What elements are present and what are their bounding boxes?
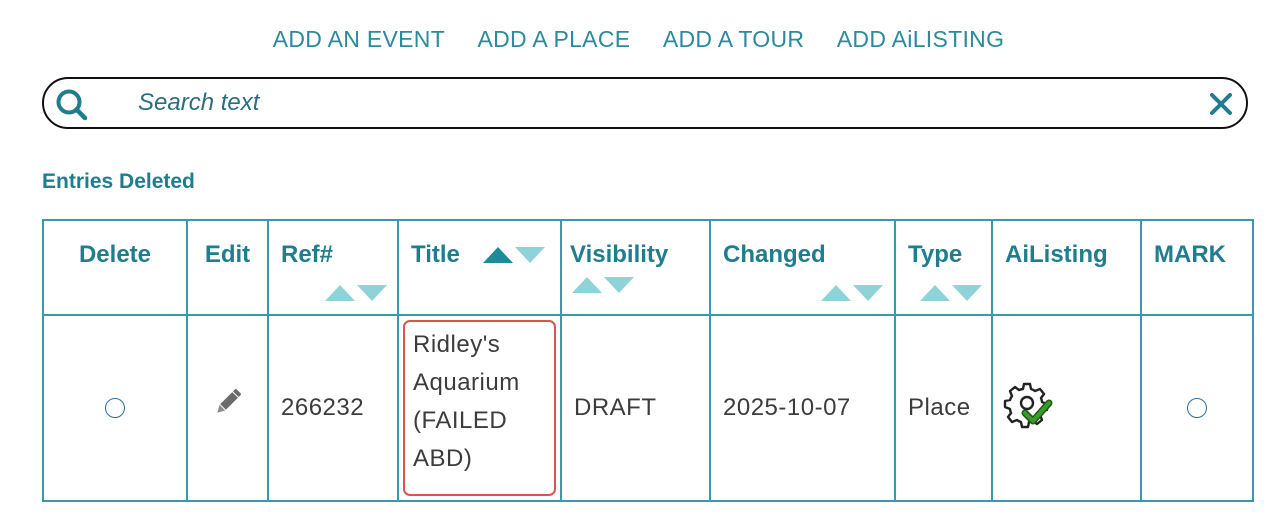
delete-radio[interactable] [105,398,125,418]
visibility-cell: DRAFT [560,314,711,502]
mark-radio[interactable] [1187,398,1207,418]
close-icon[interactable] [1208,91,1234,117]
sort-arrows[interactable] [920,285,982,301]
sort-ascending-icon[interactable] [920,285,950,301]
title-line: ABD) [413,445,473,472]
ref-cell: 266232 [267,314,399,502]
col-header-delete: Delete [42,219,188,316]
page: ADD AN EVENT ADD A PLACE ADD A TOUR ADD … [0,0,1277,525]
title-line: Aquarium [413,369,520,396]
col-header-type[interactable]: Type [894,219,993,316]
col-header-ailisting: AiListing [991,219,1142,316]
pencil-icon[interactable] [210,384,246,420]
visibility-value: DRAFT [574,394,657,421]
col-header-title[interactable]: Title [397,219,562,316]
title-line: Ridley's [413,331,501,358]
add-event-link[interactable]: ADD AN EVENT [273,26,445,53]
sort-arrows[interactable] [325,285,387,301]
sort-ascending-icon[interactable] [325,285,355,301]
sort-ascending-icon[interactable] [483,247,513,263]
sort-arrows[interactable] [572,277,634,293]
type-value: Place [908,394,971,421]
delete-cell [42,314,188,502]
sort-arrows[interactable] [821,285,883,301]
add-place-link[interactable]: ADD A PLACE [478,26,631,53]
section-title: Entries Deleted [42,170,195,193]
sort-descending-icon[interactable] [604,277,634,293]
changed-cell: 2025-10-07 [709,314,896,502]
search-bar [42,77,1248,129]
sort-ascending-icon[interactable] [821,285,851,301]
ailisting-cell [991,314,1142,502]
search-input[interactable] [138,85,1138,121]
add-ailisting-link[interactable]: ADD AiLISTING [837,26,1005,53]
table-row: 266232 Ridley's Aquarium (FAILED ABD) DR… [42,314,1254,502]
sort-arrows[interactable] [483,247,545,263]
sort-ascending-icon[interactable] [572,277,602,293]
entries-table: Delete Edit Ref# Title Visibility Change… [42,219,1254,502]
sort-descending-icon[interactable] [515,247,545,263]
sort-descending-icon[interactable] [357,285,387,301]
col-header-ref[interactable]: Ref# [267,219,399,316]
col-header-mark: MARK [1140,219,1254,316]
col-header-changed[interactable]: Changed [709,219,896,316]
top-nav: ADD AN EVENT ADD A PLACE ADD A TOUR ADD … [0,26,1277,53]
edit-cell [186,314,269,502]
table-header-row: Delete Edit Ref# Title Visibility Change… [42,219,1254,316]
mark-cell [1140,314,1254,502]
title-highlight: Ridley's Aquarium (FAILED ABD) [403,320,556,496]
ref-value: 266232 [281,394,365,421]
type-cell: Place [894,314,993,502]
search-icon[interactable] [54,87,90,123]
gear-check-icon[interactable] [1003,379,1053,429]
sort-descending-icon[interactable] [952,285,982,301]
title-cell: Ridley's Aquarium (FAILED ABD) [397,314,562,502]
col-header-visibility[interactable]: Visibility [560,219,711,316]
title-line: (FAILED [413,407,508,434]
add-tour-link[interactable]: ADD A TOUR [663,26,804,53]
sort-descending-icon[interactable] [853,285,883,301]
col-header-edit: Edit [186,219,269,316]
changed-value: 2025-10-07 [723,394,851,421]
